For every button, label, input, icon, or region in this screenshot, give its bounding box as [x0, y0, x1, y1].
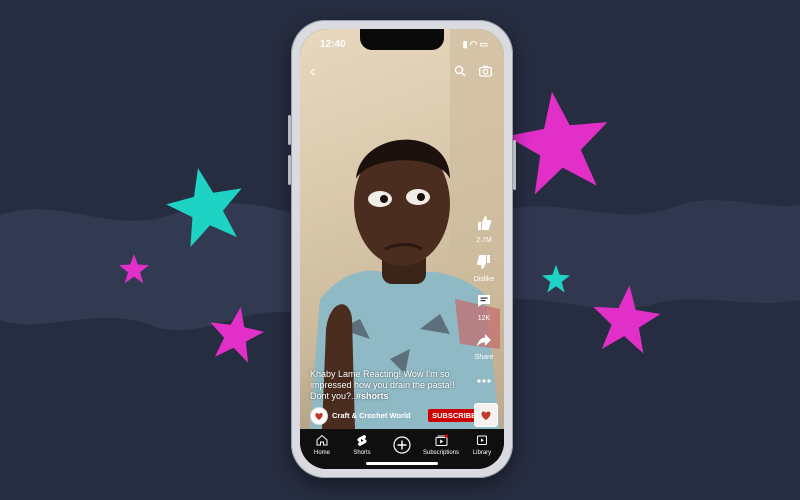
create-button[interactable] [382, 436, 422, 456]
nav-home-label: Home [313, 450, 330, 456]
signal-icon: ▮ [462, 39, 470, 49]
channel-name[interactable]: Craft & Crochet World [332, 411, 411, 420]
back-icon[interactable]: ‹ [310, 63, 315, 81]
share-label: Share [474, 354, 494, 361]
share-button[interactable]: Share [470, 332, 498, 361]
nav-shorts[interactable]: Shorts [342, 434, 382, 456]
comment-count: 12K [477, 315, 491, 322]
teal-star-large [166, 168, 242, 247]
phone-frame: 12:40 ▮◠▭ ‹ 2.7M Dislike 12K Share Khaby… [288, 20, 516, 478]
dislike-label: Dislike [473, 276, 495, 283]
video-caption: Khaby Lame Reacting! Wow I'm so impresse… [310, 369, 470, 402]
top-bar: ‹ [300, 63, 504, 83]
channel-row: Craft & Crochet World SUBSCRIBE [310, 403, 500, 427]
share-icon [477, 334, 491, 347]
heart-logo-icon [315, 413, 323, 420]
heart-logo-icon [481, 411, 491, 420]
home-indicator[interactable] [366, 462, 438, 465]
status-time: 12:40 [320, 39, 346, 50]
status-icons: ▮◠▭ [463, 39, 490, 50]
pink-star-left [210, 307, 265, 363]
volume-button [288, 115, 291, 145]
phone-screen: 12:40 ▮◠▭ ‹ 2.7M Dislike 12K Share Khaby… [300, 29, 504, 469]
nav-subscriptions[interactable]: Subscriptions [418, 434, 464, 456]
nav-library-label: Library [472, 450, 492, 456]
like-count: 2.7M [476, 237, 492, 244]
pink-star-large [506, 91, 608, 195]
comments-icon [478, 295, 490, 307]
library-icon [477, 435, 487, 445]
volume-button [288, 155, 291, 185]
channel-avatar[interactable] [310, 407, 328, 425]
camera-icon[interactable] [479, 65, 492, 77]
battery-icon: ▭ [479, 39, 490, 49]
home-icon [316, 434, 328, 446]
search-icon[interactable] [454, 65, 466, 77]
nav-subscriptions-label: Subscriptions [422, 450, 460, 456]
comments-button[interactable]: 12K [470, 293, 498, 322]
power-button [513, 140, 516, 190]
create-icon [393, 436, 411, 454]
dislike-button[interactable]: Dislike [470, 254, 498, 283]
pink-star-small [118, 253, 150, 284]
nav-library[interactable]: Library [462, 434, 502, 456]
caption-hashtag[interactable]: #shorts [356, 391, 389, 401]
like-button[interactable]: 2.7M [470, 215, 498, 244]
action-rail: 2.7M Dislike 12K Share [470, 215, 498, 399]
nav-home[interactable]: Home [302, 434, 342, 456]
subscriptions-icon [435, 434, 448, 446]
wifi-icon: ◠ [469, 39, 480, 49]
teal-star-small [541, 264, 571, 293]
pink-star-right [593, 285, 661, 354]
status-bar: 12:40 ▮◠▭ [300, 37, 504, 53]
dislike-icon [476, 255, 490, 269]
shorts-icon [357, 435, 367, 446]
more-icon [477, 379, 491, 383]
sound-thumbnail[interactable] [474, 403, 498, 427]
more-button[interactable] [470, 371, 498, 389]
like-icon [478, 216, 492, 230]
subscribe-button[interactable]: SUBSCRIBE [428, 409, 481, 422]
nav-shorts-label: Shorts [353, 450, 371, 456]
